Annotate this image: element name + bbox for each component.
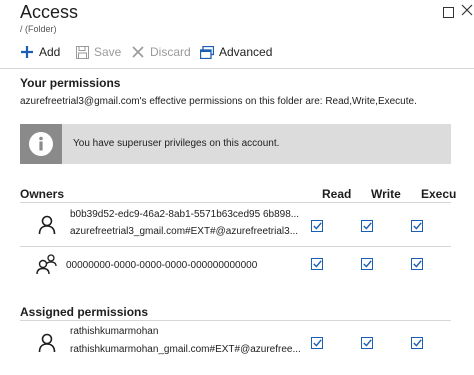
blade-subtitle: / (Folder) <box>20 24 57 34</box>
save-icon <box>75 45 89 59</box>
execute-checkbox[interactable] <box>411 337 423 349</box>
toolbar-divider <box>0 68 474 69</box>
superuser-banner: You have superuser privileges on this ac… <box>20 124 451 164</box>
user-icon <box>38 333 56 358</box>
effective-permissions-text: azurefreetrial3@gmail.com's effective pe… <box>20 96 417 107</box>
group-id: 00000000-0000-0000-0000-000000000000 <box>66 260 258 271</box>
assigned-row[interactable]: rathishkumarmohan rathishkumarmohan_gmai… <box>20 323 451 363</box>
plus-icon <box>20 45 34 59</box>
save-label: Save <box>94 45 122 59</box>
read-column-header: Read <box>322 187 352 201</box>
save-button[interactable]: Save <box>75 43 121 61</box>
read-checkbox[interactable] <box>311 337 323 349</box>
your-permissions-heading: Your permissions <box>20 76 121 90</box>
info-icon <box>20 124 62 164</box>
read-checkbox[interactable] <box>311 220 323 232</box>
write-checkbox[interactable] <box>361 258 373 270</box>
discard-icon <box>131 45 145 59</box>
group-icon <box>36 253 58 280</box>
execute-checkbox[interactable] <box>411 258 423 270</box>
write-column-header: Write <box>371 187 401 201</box>
header-divider <box>20 202 451 203</box>
advanced-label: Advanced <box>219 45 273 59</box>
assigned-user-principal: rathishkumarmohan_gmail.com#EXT#@azurefr… <box>70 344 301 355</box>
write-checkbox[interactable] <box>361 337 373 349</box>
blade-title: Access <box>20 2 79 22</box>
row-divider <box>20 246 451 247</box>
execute-column-header: Execu <box>421 187 457 201</box>
advanced-icon <box>200 45 214 59</box>
owner-name: azurefreetrial3_gmail.com#EXT#@azurefree… <box>70 226 299 237</box>
advanced-button[interactable]: Advanced <box>200 43 272 61</box>
discard-button[interactable]: Discard <box>131 43 191 61</box>
owner-id: b0b39d52-edc9-46a2-8ab1-5571b63ced95 6b8… <box>70 209 300 220</box>
owning-group-row[interactable]: 00000000-0000-0000-0000-000000000000 <box>20 249 451 281</box>
close-icon[interactable] <box>461 3 473 21</box>
read-checkbox[interactable] <box>311 258 323 270</box>
assigned-user-name: rathishkumarmohan <box>70 326 159 337</box>
execute-checkbox[interactable] <box>411 220 423 232</box>
add-button[interactable]: Add <box>20 43 60 61</box>
user-icon <box>38 215 56 240</box>
add-label: Add <box>39 45 61 59</box>
discard-label: Discard <box>150 45 191 59</box>
assigned-permissions-heading: Assigned permissions <box>20 305 149 319</box>
write-checkbox[interactable] <box>361 220 373 232</box>
maximize-icon[interactable] <box>443 6 454 21</box>
assigned-divider <box>20 320 451 321</box>
owner-row[interactable]: b0b39d52-edc9-46a2-8ab1-5571b63ced95 6b8… <box>20 205 451 245</box>
superuser-banner-text: You have superuser privileges on this ac… <box>73 138 280 149</box>
owners-heading: Owners <box>20 187 65 201</box>
